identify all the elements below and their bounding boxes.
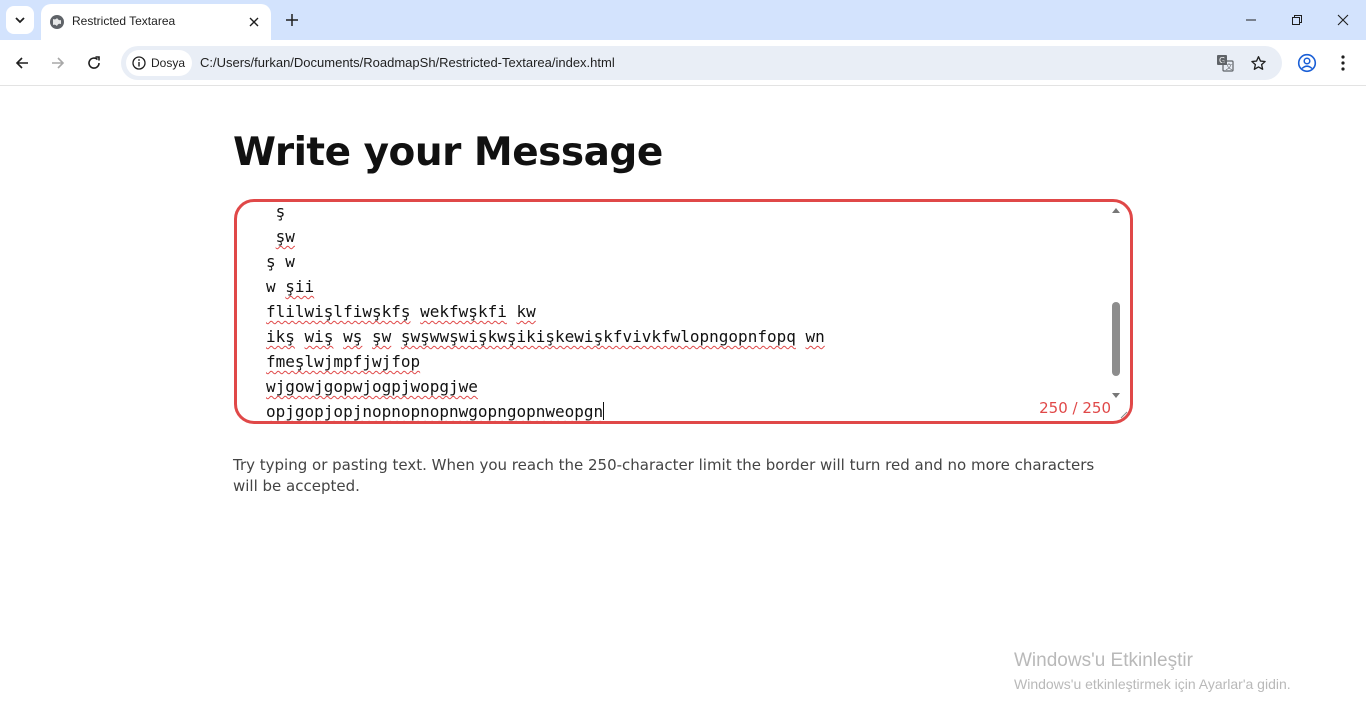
text-segment xyxy=(796,327,806,346)
minimize-button[interactable] xyxy=(1228,6,1274,34)
misspelled-word: fmeşlwjmpfjwjfop xyxy=(266,352,421,371)
new-tab-button[interactable] xyxy=(280,8,304,32)
close-window-button[interactable] xyxy=(1320,6,1366,34)
info-icon xyxy=(132,56,146,70)
text-segment xyxy=(333,327,343,346)
text-segment xyxy=(276,277,286,296)
misspelled-word: opjgopjopjnopnopnopnwgopngopnweopgn xyxy=(266,402,604,421)
close-icon xyxy=(249,17,259,27)
textarea-line: ş xyxy=(266,202,825,224)
tab-search-button[interactable] xyxy=(6,6,34,34)
text-caret xyxy=(603,402,605,420)
scrollbar-thumb[interactable] xyxy=(1112,302,1120,376)
address-bar[interactable]: Dosya C:/Users/furkan/Documents/RoadmapS… xyxy=(121,46,1282,80)
restore-button[interactable] xyxy=(1274,6,1320,34)
misspelled-word: wjgowjgopwjogpjwopgjwe xyxy=(266,377,478,396)
minimize-icon xyxy=(1246,19,1256,21)
text-segment xyxy=(411,302,421,321)
text-segment xyxy=(362,327,372,346)
kebab-menu-icon xyxy=(1341,55,1345,71)
textarea-line: şw xyxy=(266,224,825,249)
site-chip-label: Dosya xyxy=(151,56,186,70)
textarea-line: ş w xyxy=(266,249,825,274)
translate-icon: G文 xyxy=(1217,55,1234,72)
back-button[interactable] xyxy=(8,49,36,77)
reload-icon xyxy=(88,56,100,69)
text-segment xyxy=(266,227,276,246)
textarea-content[interactable]: ş şw ş ww şii flilwişlfiwşkfş wekfwşkfi kw… xyxy=(266,202,825,421)
forward-arrow-icon xyxy=(52,57,65,69)
back-arrow-icon xyxy=(15,57,28,69)
text-segment xyxy=(276,252,286,271)
text-segment xyxy=(391,327,401,346)
misspelled-word: kw xyxy=(516,302,536,321)
site-info-chip[interactable]: Dosya xyxy=(126,50,192,76)
translate-button[interactable]: G文 xyxy=(1215,53,1235,73)
text-segment xyxy=(295,327,305,346)
scroll-up-arrow[interactable] xyxy=(1112,208,1120,213)
tab-title: Restricted Textarea xyxy=(72,14,176,28)
activation-watermark-subtitle: Windows'u etkinleştirmek için Ayarlar'a … xyxy=(1014,676,1291,692)
textarea-line: fmeşlwjmpfjwjfop xyxy=(266,349,825,374)
misspelled-word: şw xyxy=(372,327,392,346)
misspelled-word: wn xyxy=(805,327,825,346)
misspelled-word: wiş xyxy=(304,327,334,346)
character-counter: 250 / 250 xyxy=(1039,399,1111,417)
text-segment: w xyxy=(266,277,276,296)
page-title: Write your Message xyxy=(233,130,663,175)
tab-close-button[interactable] xyxy=(245,13,263,31)
misspelled-word: flilwişlfiwşkfş xyxy=(266,302,411,321)
plus-icon xyxy=(286,14,298,26)
globe-icon xyxy=(50,15,64,29)
text-segment: ş xyxy=(266,252,276,271)
help-text: Try typing or pasting text. When you rea… xyxy=(233,456,1095,495)
close-window-icon xyxy=(1337,14,1349,26)
profile-icon xyxy=(1297,53,1317,73)
textarea-line: flilwişlfiwşkfş wekfwşkfi kw xyxy=(266,299,825,324)
browser-toolbar: Dosya C:/Users/furkan/Documents/RoadmapS… xyxy=(0,40,1366,86)
misspelled-word: şii xyxy=(285,277,315,296)
tab-search-icon xyxy=(15,17,25,24)
misspelled-word: wekfwşkfi xyxy=(420,302,507,321)
text-segment xyxy=(266,202,276,221)
misspelled-word: şwşwwşwişkwşikişkewişkfvivkfwlopngopnfop… xyxy=(400,327,796,346)
textarea-line: ikş wiş wş şw şwşwwşwişkwşikişkewişkfviv… xyxy=(266,324,825,349)
active-tab[interactable]: Restricted Textarea xyxy=(41,4,271,40)
misspelled-word: ikş xyxy=(266,327,295,346)
textarea-line: w şii xyxy=(266,274,825,299)
url-text[interactable]: C:/Users/furkan/Documents/RoadmapSh/Rest… xyxy=(200,55,615,70)
svg-text:文: 文 xyxy=(1226,62,1233,71)
message-textarea[interactable]: ş şw ş ww şii flilwişlfiwşkfş wekfwşkfi kw… xyxy=(234,199,1133,424)
resize-handle[interactable] xyxy=(1120,411,1128,419)
restore-icon xyxy=(1292,15,1302,25)
textarea-line: wjgowjgopwjogpjwopgjwe xyxy=(266,374,825,399)
scroll-down-arrow[interactable] xyxy=(1112,393,1120,398)
text-segment: w xyxy=(285,252,295,271)
text-segment: ş xyxy=(275,202,286,221)
reload-button[interactable] xyxy=(80,49,108,77)
tab-strip: Restricted Textarea xyxy=(0,0,1366,40)
textarea-line: opjgopjopjnopnopnopnwgopngopnweopgn xyxy=(266,399,825,421)
misspelled-word: şw xyxy=(275,227,295,246)
textarea-scrollbar[interactable] xyxy=(1110,206,1122,402)
browser-menu-button[interactable] xyxy=(1331,51,1355,75)
bookmark-button[interactable] xyxy=(1248,53,1268,73)
profile-button[interactable] xyxy=(1295,51,1319,75)
forward-button[interactable] xyxy=(44,49,72,77)
star-icon xyxy=(1250,55,1266,70)
activation-watermark-title: Windows'u Etkinleştir xyxy=(1014,650,1193,671)
misspelled-word: wş xyxy=(343,327,363,346)
